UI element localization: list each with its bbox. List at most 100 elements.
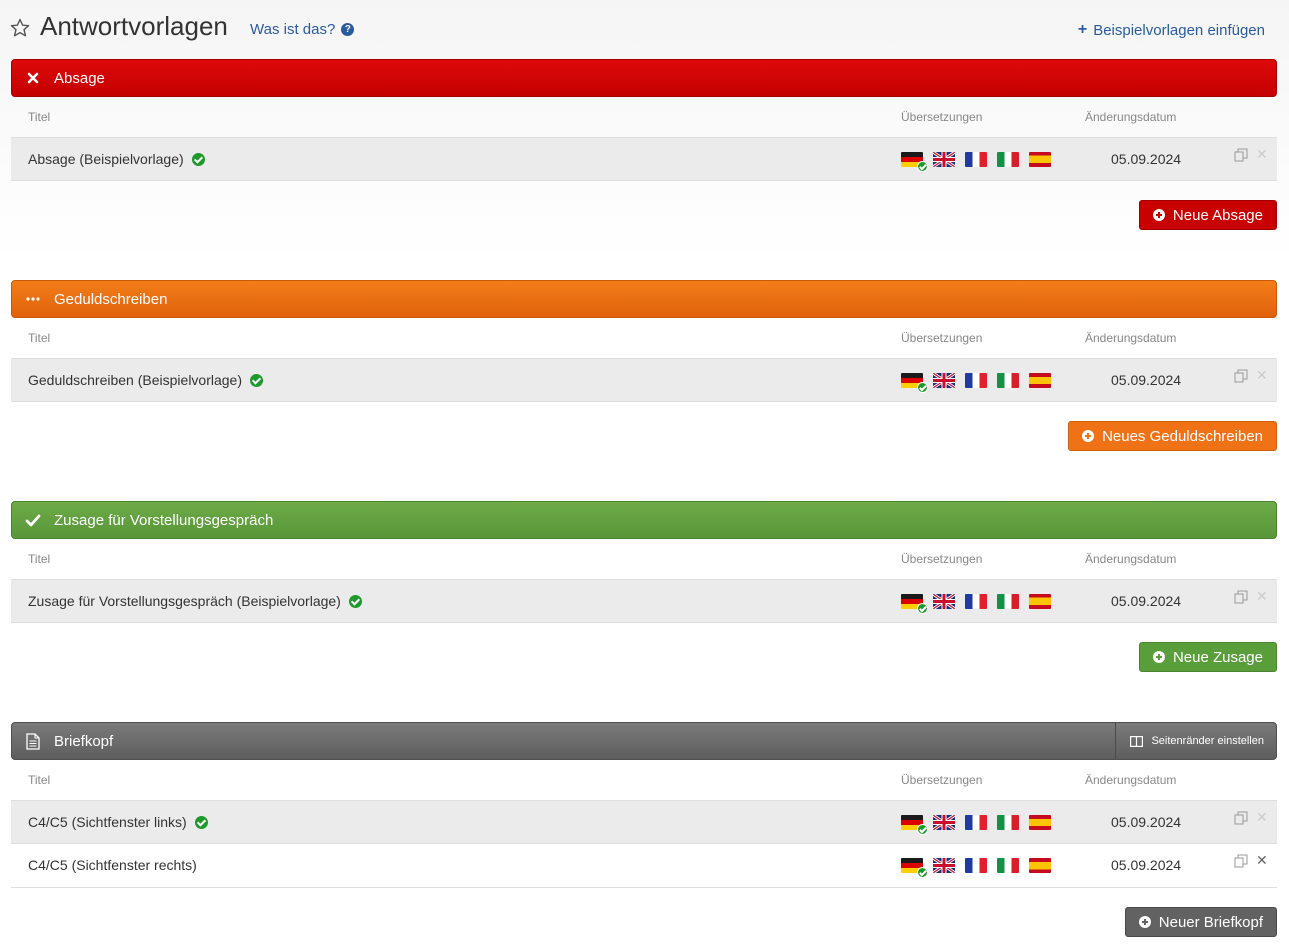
row-title[interactable]: C4/C5 (Sichtfenster rechts)	[28, 857, 197, 873]
insert-examples-link[interactable]: + Beispielvorlagen einfügen	[1078, 21, 1265, 39]
de-flag-icon[interactable]	[901, 594, 928, 614]
gb-flag-icon[interactable]	[933, 858, 955, 873]
gb-flag-icon[interactable]	[933, 152, 955, 167]
col-translations: Übersetzungen	[901, 773, 983, 787]
verified-check-icon	[191, 152, 205, 166]
row-date: 05.09.2024	[1111, 593, 1182, 609]
check-icon	[917, 382, 928, 393]
checkmark-icon	[12, 514, 54, 527]
new-geduldschreiben-button[interactable]: Neues Geduldschreiben	[1068, 421, 1277, 451]
fr-flag-icon[interactable]	[965, 594, 987, 609]
star-icon[interactable]	[10, 18, 30, 38]
copy-icon[interactable]	[1234, 590, 1248, 604]
it-flag-icon[interactable]	[997, 594, 1019, 609]
add-circle-icon	[1152, 651, 1165, 663]
col-title: Titel	[28, 552, 51, 566]
translation-flags	[901, 373, 1051, 393]
help-link[interactable]: Was ist das? ?	[250, 21, 355, 38]
page-margins-button[interactable]: Seitenränder einstellen	[1115, 723, 1276, 759]
new-zusage-button[interactable]: Neue Zusage	[1138, 642, 1277, 672]
add-circle-icon	[1152, 209, 1165, 221]
es-flag-icon[interactable]	[1029, 858, 1051, 873]
table-row[interactable]: C4/C5 (Sichtfenster links) 05.09.2024 ✕	[11, 800, 1277, 844]
fr-flag-icon[interactable]	[965, 858, 987, 873]
col-title: Titel	[28, 110, 51, 124]
es-flag-icon[interactable]	[1029, 373, 1051, 388]
gb-flag-icon[interactable]	[933, 815, 955, 830]
document-icon	[12, 732, 54, 750]
copy-icon[interactable]	[1234, 811, 1248, 825]
section-zusage: Zusage für Vorstellungsgespräch Titel Üb…	[11, 501, 1277, 672]
de-flag-icon[interactable]	[901, 815, 928, 835]
col-translations: Übersetzungen	[901, 552, 983, 566]
row-title[interactable]: C4/C5 (Sichtfenster links)	[28, 814, 208, 830]
col-title: Titel	[28, 773, 51, 787]
fr-flag-icon[interactable]	[965, 373, 987, 388]
translation-flags	[901, 152, 1051, 172]
copy-icon[interactable]	[1234, 854, 1248, 868]
gb-flag-icon[interactable]	[933, 594, 955, 609]
it-flag-icon[interactable]	[997, 815, 1019, 830]
table-row[interactable]: Geduldschreiben (Beispielvorlage) 05.09.…	[11, 358, 1277, 402]
section-header[interactable]: Geduldschreiben	[11, 280, 1277, 318]
col-date: Änderungsdatum	[1085, 331, 1177, 345]
de-flag-icon[interactable]	[901, 152, 928, 172]
column-headers: Titel Übersetzungen Änderungsdatum	[11, 760, 1277, 800]
ellipsis-icon	[12, 297, 54, 301]
copy-icon[interactable]	[1234, 148, 1248, 162]
delete-icon[interactable]: ✕	[1256, 367, 1268, 384]
column-headers: Titel Übersetzungen Änderungsdatum	[11, 97, 1277, 137]
gb-flag-icon[interactable]	[933, 373, 955, 388]
row-title[interactable]: Absage (Beispielvorlage)	[28, 151, 205, 167]
verified-check-icon	[348, 594, 362, 608]
check-icon	[917, 161, 928, 172]
section-briefkopf: Briefkopf Seitenränder einstellen Titel …	[11, 722, 1277, 937]
table-row[interactable]: Zusage für Vorstellungsgespräch (Beispie…	[11, 579, 1277, 623]
add-button-label: Neue Absage	[1172, 206, 1263, 224]
fr-flag-icon[interactable]	[965, 152, 987, 167]
new-briefkopf-button[interactable]: Neuer Briefkopf	[1124, 907, 1277, 937]
delete-icon[interactable]: ✕	[1256, 146, 1268, 163]
row-title-text: C4/C5 (Sichtfenster rechts)	[28, 857, 197, 873]
column-headers: Titel Übersetzungen Änderungsdatum	[11, 539, 1277, 579]
fr-flag-icon[interactable]	[965, 815, 987, 830]
new-absage-button[interactable]: Neue Absage	[1138, 200, 1277, 230]
section-header[interactable]: Zusage für Vorstellungsgespräch	[11, 501, 1277, 539]
row-title-text: Geduldschreiben (Beispielvorlage)	[28, 372, 243, 388]
page-margins-label: Seitenränder einstellen	[1151, 735, 1264, 747]
de-flag-icon[interactable]	[901, 373, 928, 393]
add-circle-icon	[1082, 430, 1095, 442]
row-title-text: C4/C5 (Sichtfenster links)	[28, 814, 187, 830]
es-flag-icon[interactable]	[1029, 152, 1051, 167]
plus-icon: +	[1077, 21, 1088, 38]
translation-flags	[901, 858, 1051, 878]
row-title[interactable]: Geduldschreiben (Beispielvorlage)	[28, 372, 264, 388]
columns-icon	[1130, 735, 1144, 747]
row-title[interactable]: Zusage für Vorstellungsgespräch (Beispie…	[28, 593, 362, 609]
de-flag-icon[interactable]	[901, 858, 928, 878]
copy-icon[interactable]	[1234, 369, 1248, 383]
es-flag-icon[interactable]	[1029, 815, 1051, 830]
table-row[interactable]: C4/C5 (Sichtfenster rechts) 05.09.2024 ✕	[11, 844, 1277, 888]
add-button-label: Neues Geduldschreiben	[1102, 427, 1263, 445]
col-date: Änderungsdatum	[1085, 773, 1177, 787]
table-row[interactable]: Absage (Beispielvorlage) 05.09.2024 ✕	[11, 137, 1277, 181]
row-title-text: Absage (Beispielvorlage)	[28, 151, 184, 167]
delete-icon[interactable]: ✕	[1256, 852, 1268, 869]
es-flag-icon[interactable]	[1029, 594, 1051, 609]
add-button-label: Neuer Briefkopf	[1158, 913, 1263, 931]
section-geduldschreiben: Geduldschreiben Titel Übersetzungen Ände…	[11, 280, 1277, 451]
check-icon	[917, 603, 928, 614]
section-absage: Absage Titel Übersetzungen Änderungsdatu…	[11, 59, 1277, 230]
delete-icon[interactable]: ✕	[1256, 588, 1268, 605]
section-header[interactable]: Absage	[11, 59, 1277, 97]
delete-icon[interactable]: ✕	[1256, 809, 1268, 826]
verified-check-icon	[194, 815, 208, 829]
it-flag-icon[interactable]	[997, 858, 1019, 873]
help-link-label: Was ist das?	[250, 21, 336, 38]
column-headers: Titel Übersetzungen Änderungsdatum	[11, 318, 1277, 358]
section-title: Briefkopf	[54, 732, 114, 750]
section-header[interactable]: Briefkopf Seitenränder einstellen	[11, 722, 1277, 760]
it-flag-icon[interactable]	[997, 152, 1019, 167]
it-flag-icon[interactable]	[997, 373, 1019, 388]
